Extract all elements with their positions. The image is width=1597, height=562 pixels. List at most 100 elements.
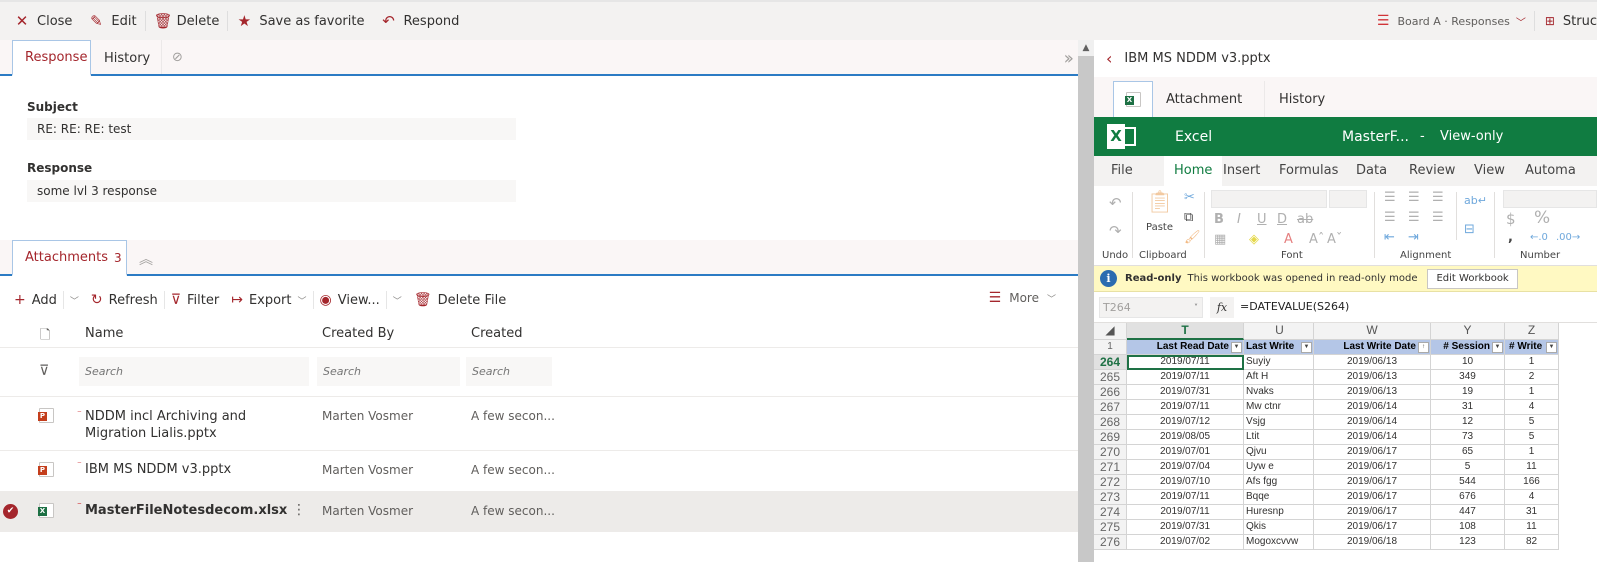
cell-sessions[interactable]: 123 xyxy=(1431,535,1505,550)
cell-writes[interactable]: 2 xyxy=(1505,370,1559,385)
filter-button[interactable]: ⊽ Filter xyxy=(165,290,225,310)
name-box[interactable]: T264 ˅ xyxy=(1099,297,1203,318)
cell-sessions[interactable]: 676 xyxy=(1431,490,1505,505)
increase-decimal-icon[interactable]: ←.0 xyxy=(1530,232,1548,243)
cell-last-write-date[interactable]: 2019/06/13 xyxy=(1314,385,1431,400)
sheet-row[interactable]: 275 2019/07/31 Qkis 2019/06/17 108 11 xyxy=(1094,520,1597,535)
cell-writes[interactable]: 4 xyxy=(1505,490,1559,505)
align-top-icon[interactable]: ☰ xyxy=(1384,190,1396,205)
add-dropdown[interactable]: ﹀ xyxy=(64,290,85,310)
column-letter[interactable]: U xyxy=(1244,323,1314,340)
row-number[interactable]: 269 xyxy=(1094,430,1127,445)
cut-icon[interactable]: ✂ xyxy=(1184,190,1195,205)
row-number[interactable]: 270 xyxy=(1094,445,1127,460)
fill-color-icon[interactable]: ◈ xyxy=(1249,232,1259,247)
menu-formulas[interactable]: Formulas xyxy=(1279,156,1338,186)
board-selector[interactable]: ☰ Board A · Responses ﹀ xyxy=(1369,13,1534,29)
cell-writes[interactable]: 4 xyxy=(1505,400,1559,415)
table-row-selected[interactable]: ✔ X ⁻ MasterFileNotesdecom.xlsx ⋮ Marten … xyxy=(0,492,1078,532)
menu-insert[interactable]: Insert xyxy=(1223,156,1260,186)
sheet-row[interactable]: 269 2019/08/05 Ltit 2019/06/14 73 5 xyxy=(1094,430,1597,445)
row-number[interactable]: 274 xyxy=(1094,505,1127,520)
cell-writes[interactable]: 11 xyxy=(1505,460,1559,475)
cell-sessions[interactable]: 349 xyxy=(1431,370,1505,385)
search-created-by-input[interactable] xyxy=(317,357,460,386)
merge-center-icon[interactable]: ⊟ xyxy=(1464,222,1475,237)
cell-last-write-date[interactable]: 2019/06/17 xyxy=(1314,505,1431,520)
file-name[interactable]: IBM MS NDDM v3.pptx xyxy=(85,462,231,477)
column-letter[interactable]: Z xyxy=(1505,323,1559,340)
currency-icon[interactable]: $ xyxy=(1506,210,1516,228)
search-created-input[interactable] xyxy=(466,357,552,386)
cell-sessions[interactable]: 10 xyxy=(1431,355,1505,370)
search-name-input[interactable] xyxy=(79,357,309,386)
row-number[interactable]: 267 xyxy=(1094,400,1127,415)
structure-button[interactable]: ⊞ Struc xyxy=(1535,14,1597,29)
font-color-icon[interactable]: A xyxy=(1284,232,1293,247)
cell-writes[interactable]: 1 xyxy=(1505,355,1559,370)
edit-workbook-button[interactable]: Edit Workbook xyxy=(1427,268,1518,289)
cell-last-read-date[interactable]: 2019/07/31 xyxy=(1127,385,1244,400)
row-number[interactable]: 264 xyxy=(1094,355,1127,370)
sheet-row[interactable]: 272 2019/07/10 Afs fgg 2019/06/17 544 166 xyxy=(1094,475,1597,490)
save-favorite-button[interactable]: ★ Save as favorite xyxy=(228,5,372,37)
cell-last-write[interactable]: Aft H xyxy=(1244,370,1314,385)
spreadsheet-grid[interactable]: ◢ T U W Y Z 1 Last Read Date ▼ Last Write… xyxy=(1094,323,1597,562)
tab-history[interactable]: History xyxy=(92,40,162,76)
cell-last-read-date[interactable]: 2019/07/12 xyxy=(1127,415,1244,430)
cell-last-write-date[interactable]: 2019/06/18 xyxy=(1314,535,1431,550)
cell-last-write-date[interactable]: 2019/06/13 xyxy=(1314,370,1431,385)
menu-view[interactable]: View xyxy=(1474,156,1505,186)
sheet-row[interactable]: 266 2019/07/31 Nvaks 2019/06/13 19 1 xyxy=(1094,385,1597,400)
cell-last-write-date[interactable]: 2019/06/17 xyxy=(1314,520,1431,535)
column-letter[interactable]: Y xyxy=(1431,323,1505,340)
file-name[interactable]: MasterFileNotesdecom.xlsx xyxy=(85,503,287,518)
undo-icon[interactable]: ↶ xyxy=(1109,194,1122,212)
cell-sessions[interactable]: 108 xyxy=(1431,520,1505,535)
cell-last-read-date[interactable]: 2019/07/11 xyxy=(1127,505,1244,520)
menu-file[interactable]: File xyxy=(1111,156,1133,186)
delete-file-button[interactable]: 🗑︎ Delete File xyxy=(408,290,512,310)
cell-last-write[interactable]: Mw ctnr xyxy=(1244,400,1314,415)
cell-last-read-date[interactable]: 2019/07/11 xyxy=(1127,400,1244,415)
delete-button[interactable]: 🗑︎ Delete xyxy=(146,5,228,37)
cell-last-read-date[interactable]: 2019/07/02 xyxy=(1127,535,1244,550)
align-left-icon[interactable]: ☰ xyxy=(1384,210,1396,225)
cell-last-write-date[interactable]: 2019/06/13 xyxy=(1314,355,1431,370)
collapse-icon[interactable]: ︽ xyxy=(139,249,153,269)
column-letter[interactable]: W xyxy=(1314,323,1431,340)
cell-last-read-date[interactable]: 2019/07/01 xyxy=(1127,445,1244,460)
expand-panel-icon[interactable]: ›› xyxy=(1064,48,1075,69)
menu-data[interactable]: Data xyxy=(1356,156,1387,186)
row-number[interactable]: 272 xyxy=(1094,475,1127,490)
cell-last-read-date[interactable]: 2019/07/11 xyxy=(1127,490,1244,505)
column-header-created[interactable]: Created xyxy=(471,326,522,341)
filter-dropdown-icon[interactable]: ▼ xyxy=(1492,342,1503,353)
paste-icon[interactable]: 📋︎ xyxy=(1146,190,1174,215)
borders-icon[interactable]: ▦ xyxy=(1214,232,1226,247)
row-number[interactable]: 276 xyxy=(1094,535,1127,550)
cell-last-write-date[interactable]: 2019/06/14 xyxy=(1314,400,1431,415)
add-button[interactable]: + Add xyxy=(8,290,63,310)
underline-icon[interactable]: U xyxy=(1257,212,1267,227)
cell-writes[interactable]: 5 xyxy=(1505,415,1559,430)
sheet-row[interactable]: 264 2019/07/11 Suyiy 2019/06/13 10 1 xyxy=(1094,355,1597,370)
checkmark-icon[interactable]: ✔ xyxy=(3,504,18,519)
file-name-cont[interactable]: Migration Lialis.pptx xyxy=(85,426,217,441)
bold-icon[interactable]: B xyxy=(1214,212,1224,227)
respond-button[interactable]: ↶ Respond xyxy=(372,5,467,37)
strikethrough-icon[interactable]: ab xyxy=(1297,212,1313,227)
sheet-row[interactable]: 273 2019/07/11 Bqqe 2019/06/17 676 4 xyxy=(1094,490,1597,505)
back-icon[interactable]: ‹ xyxy=(1106,49,1112,68)
cell-last-write-date[interactable]: 2019/06/14 xyxy=(1314,415,1431,430)
row-number[interactable]: 265 xyxy=(1094,370,1127,385)
row-number[interactable]: 275 xyxy=(1094,520,1127,535)
cell-writes[interactable]: 82 xyxy=(1505,535,1559,550)
sheet-row[interactable]: 267 2019/07/11 Mw ctnr 2019/06/14 31 4 xyxy=(1094,400,1597,415)
tab-attachment[interactable]: Attachment xyxy=(1152,81,1256,117)
sheet-row[interactable]: 276 2019/07/02 Mogoxcvvw 2019/06/18 123 82 xyxy=(1094,535,1597,550)
edit-button[interactable]: ✎ Edit xyxy=(80,5,144,37)
copy-icon[interactable]: ⧉ xyxy=(1184,210,1193,225)
more-options-icon[interactable]: ⋮ xyxy=(292,502,306,518)
row-number[interactable]: 273 xyxy=(1094,490,1127,505)
